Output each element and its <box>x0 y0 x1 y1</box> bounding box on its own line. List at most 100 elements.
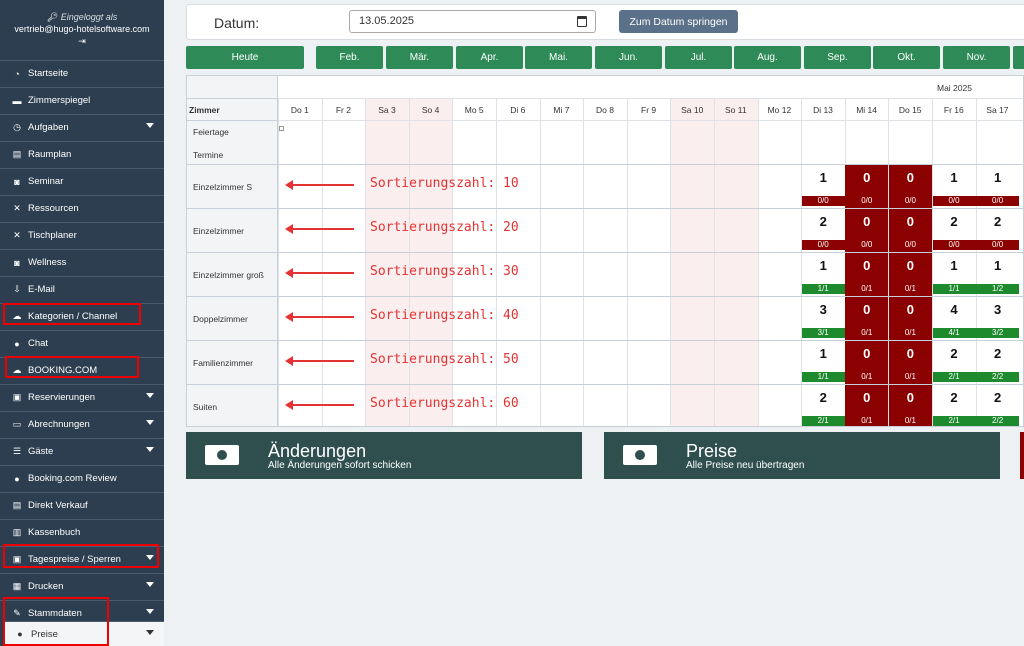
chevron-down-icon[interactable] <box>146 447 154 452</box>
availability-cell[interactable]: 0 0/1 <box>888 385 932 426</box>
availability-cell[interactable]: 0 0/1 <box>888 341 932 384</box>
sidebar-item-ressourcen[interactable]: ✕ Ressourcen <box>0 195 164 221</box>
chevron-down-icon[interactable] <box>146 630 154 635</box>
day-header[interactable]: Sa 3 <box>365 105 409 115</box>
availability-cell[interactable]: 0 0/0 <box>888 209 932 252</box>
availability-cell[interactable]: 0 0/1 <box>888 297 932 340</box>
jump-to-date-button[interactable]: Zum Datum springen <box>619 10 738 33</box>
sidebar-item-drucken[interactable]: ▦ Drucken <box>0 573 164 599</box>
room-name[interactable]: Einzelzimmer groß <box>193 270 264 280</box>
room-name[interactable]: Einzelzimmer <box>193 226 244 236</box>
today-button[interactable]: Heute <box>186 46 304 69</box>
month-button[interactable]: Apr. <box>456 46 523 69</box>
sidebar-item-email[interactable]: ⇩ E-Mail <box>0 276 164 302</box>
availability-cell[interactable]: 0 0/1 <box>845 253 889 296</box>
day-header[interactable]: Di 6 <box>496 105 540 115</box>
day-header[interactable]: Mi 7 <box>540 105 584 115</box>
availability-cell[interactable]: 4 4/1 <box>932 297 976 340</box>
chevron-down-icon[interactable] <box>146 123 154 128</box>
month-button[interactable]: Mär. <box>386 46 453 69</box>
availability-cell[interactable]: 0 0/1 <box>845 385 889 426</box>
sidebar-item-reservierungen[interactable]: ▣ Reservierungen <box>0 384 164 410</box>
availability-cell[interactable]: 1 1/1 <box>801 341 845 384</box>
room-name[interactable]: Einzelzimmer S <box>193 182 252 192</box>
availability-cell[interactable]: 2 0/0 <box>932 209 976 252</box>
sidebar-item-tagespreise-sperren[interactable]: ▣ Tagespreise / Sperren <box>0 546 164 572</box>
day-header[interactable]: Do 8 <box>583 105 627 115</box>
sidebar-item-zimmerspiegel[interactable]: ▬ Zimmerspiegel <box>0 87 164 113</box>
chevron-down-icon[interactable] <box>146 393 154 398</box>
room-name[interactable]: Familienzimmer <box>193 358 253 368</box>
sidebar-item-booking-review[interactable]: ● Booking.com Review <box>0 465 164 491</box>
availability-cell[interactable]: 3 3/2 <box>976 297 1020 340</box>
day-header[interactable]: Sa 17 <box>976 105 1020 115</box>
day-header[interactable]: Mo 5 <box>452 105 496 115</box>
date-input[interactable]: 13.05.2025 <box>349 10 596 33</box>
sidebar-item-preise[interactable]: ● Preise <box>3 621 164 646</box>
availability-cell[interactable]: 2 2/1 <box>801 385 845 426</box>
day-header[interactable]: Do 1 <box>278 105 322 115</box>
month-button[interactable]: Okt. <box>873 46 940 69</box>
availability-cell[interactable]: 1 1/2 <box>976 253 1020 296</box>
sidebar-item-abrechnungen[interactable]: ▭ Abrechnungen <box>0 411 164 437</box>
chevron-down-icon[interactable] <box>146 420 154 425</box>
day-header[interactable]: Di 13 <box>801 105 845 115</box>
sidebar-item-startseite[interactable]: ◔ Startseite <box>0 60 164 86</box>
sidebar-item-tischplaner[interactable]: ✕ Tischplaner <box>0 222 164 248</box>
chevron-down-icon[interactable] <box>146 609 154 614</box>
availability-cell[interactable]: 1 0/0 <box>932 165 976 208</box>
day-header[interactable]: Do 15 <box>888 105 932 115</box>
send-prices-button[interactable]: Preise Alle Preise neu übertragen <box>604 432 1000 479</box>
sidebar-item-booking-com[interactable]: ☁ BOOKING.COM <box>0 357 164 383</box>
day-header[interactable]: Mo 12 <box>758 105 802 115</box>
month-button[interactable] <box>1013 46 1024 69</box>
day-header[interactable]: Fr 9 <box>627 105 671 115</box>
availability-cell[interactable]: 0 0/1 <box>845 297 889 340</box>
availability-cell[interactable]: 2 2/2 <box>976 385 1020 426</box>
month-button[interactable]: Aug. <box>734 46 801 69</box>
logout-icon[interactable]: ⇥ <box>0 35 164 47</box>
day-header[interactable]: Mi 14 <box>845 105 889 115</box>
day-header[interactable]: So 4 <box>409 105 453 115</box>
availability-cell[interactable]: 3 3/1 <box>801 297 845 340</box>
availability-cell[interactable]: 0 0/1 <box>845 341 889 384</box>
availability-cell[interactable]: 2 2/1 <box>932 341 976 384</box>
availability-cell[interactable]: 2 0/0 <box>976 209 1020 252</box>
third-action-button[interactable] <box>1020 432 1024 479</box>
day-header[interactable]: So 11 <box>714 105 758 115</box>
sidebar-item-wellness[interactable]: ◙ Wellness <box>0 249 164 275</box>
chevron-down-icon[interactable] <box>146 582 154 587</box>
availability-cell[interactable]: 1 0/0 <box>801 165 845 208</box>
availability-cell[interactable]: 0 0/1 <box>888 253 932 296</box>
sidebar-item-kategorien-channel[interactable]: ☁ Kategorien / Channel <box>0 303 164 329</box>
sidebar-item-direkt-verkauf[interactable]: ▤ Direkt Verkauf <box>0 492 164 518</box>
calendar-icon[interactable] <box>577 16 587 27</box>
sidebar-item-gaeste[interactable]: ☰ Gäste <box>0 438 164 464</box>
month-button[interactable]: Jun. <box>595 46 662 69</box>
sidebar-item-kassenbuch[interactable]: ▥ Kassenbuch <box>0 519 164 545</box>
month-button[interactable]: Nov. <box>943 46 1010 69</box>
availability-cell[interactable]: 2 2/2 <box>976 341 1020 384</box>
availability-cell[interactable]: 0 0/0 <box>845 165 889 208</box>
room-name[interactable]: Doppelzimmer <box>193 314 248 324</box>
availability-cell[interactable]: 0 0/0 <box>845 209 889 252</box>
sidebar-item-chat[interactable]: ● Chat <box>0 330 164 356</box>
day-header[interactable]: Sa 10 <box>670 105 714 115</box>
availability-cell[interactable]: 0 0/0 <box>888 165 932 208</box>
availability-cell[interactable]: 2 2/1 <box>932 385 976 426</box>
availability-cell[interactable]: 1 1/1 <box>801 253 845 296</box>
month-button[interactable]: Mai. <box>525 46 592 69</box>
month-button[interactable]: Sep. <box>804 46 871 69</box>
chevron-down-icon[interactable] <box>146 555 154 560</box>
room-name[interactable]: Suiten <box>193 402 217 412</box>
expand-icon[interactable] <box>279 126 284 131</box>
send-changes-button[interactable]: Änderungen Alle Änderungen sofort schicke… <box>186 432 582 479</box>
sidebar-item-aufgaben[interactable]: ◷ Aufgaben <box>0 114 164 140</box>
month-button[interactable]: Jul. <box>665 46 732 69</box>
day-header[interactable]: Fr 16 <box>932 105 976 115</box>
sidebar-item-seminar[interactable]: ◙ Seminar <box>0 168 164 194</box>
availability-cell[interactable]: 1 1/1 <box>932 253 976 296</box>
availability-cell[interactable]: 1 0/0 <box>976 165 1020 208</box>
sidebar-item-raumplan[interactable]: ▤ Raumplan <box>0 141 164 167</box>
month-button[interactable]: Feb. <box>316 46 383 69</box>
